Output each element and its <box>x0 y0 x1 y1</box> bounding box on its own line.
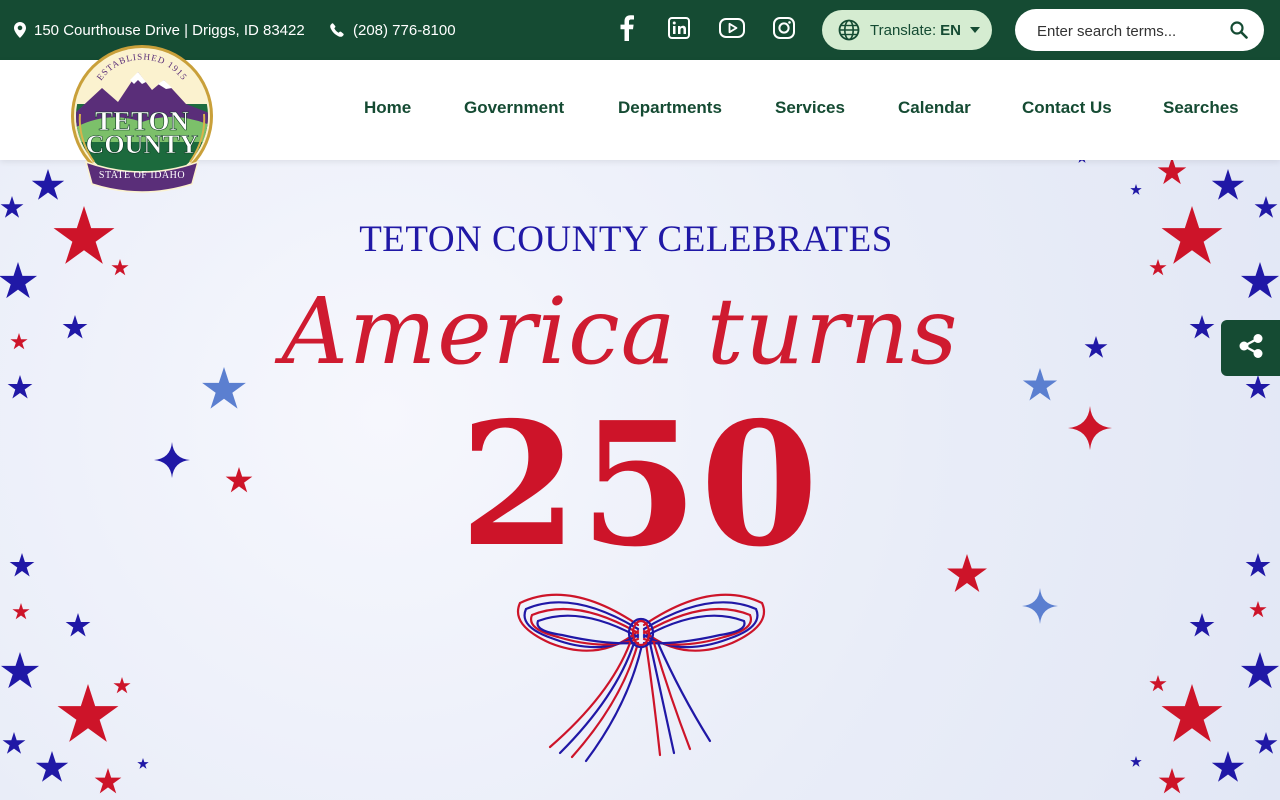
search-input[interactable] <box>1035 9 1229 53</box>
hero-banner: TETON COUNTY CELEBRATES America turns 25… <box>0 160 1280 800</box>
hero-subtitle: TETON COUNTY CELEBRATES <box>359 219 893 260</box>
map-pin-icon <box>14 22 34 38</box>
translate-language: EN <box>940 21 961 39</box>
ribbon-bow-icon <box>517 593 765 763</box>
linkedin-icon <box>668 16 690 44</box>
logo-line2: COUNTY <box>86 130 199 159</box>
linkedin-link[interactable] <box>663 14 695 46</box>
nav-government[interactable]: Government <box>464 98 564 118</box>
share-button[interactable] <box>1221 320 1280 376</box>
share-icon <box>1238 333 1264 364</box>
nav-contact-us[interactable]: Contact Us <box>1022 98 1112 118</box>
nav-departments[interactable]: Departments <box>618 98 722 118</box>
facebook-link[interactable] <box>611 14 643 46</box>
caret-down-icon <box>969 27 980 33</box>
teton-county-logo[interactable]: ESTABLISHED 1915 TETON COUNTY STATE OF I… <box>68 44 218 196</box>
facebook-icon <box>620 14 634 46</box>
nav-home[interactable]: Home <box>364 98 411 118</box>
instagram-icon <box>773 16 795 44</box>
search-icon[interactable] <box>1230 21 1248 44</box>
nav-calendar[interactable]: Calendar <box>898 98 971 118</box>
phone[interactable]: (208) 776-8100 <box>330 0 456 60</box>
logo-ribbon-text: STATE OF IDAHO <box>99 170 185 181</box>
youtube-icon <box>719 17 745 43</box>
phone-text: (208) 776-8100 <box>353 21 456 39</box>
translate-label: Translate: <box>870 21 937 39</box>
nav-searches[interactable]: Searches <box>1163 98 1239 118</box>
instagram-link[interactable] <box>768 14 800 46</box>
address-text: 150 Courthouse Drive | Driggs, ID 83422 <box>34 21 305 39</box>
phone-icon <box>330 23 353 37</box>
globe-icon <box>838 19 860 41</box>
youtube-link[interactable] <box>716 14 748 46</box>
search-box <box>1015 9 1264 53</box>
hero-number: 250 <box>459 385 821 585</box>
nav-services[interactable]: Services <box>775 98 845 118</box>
translate-dropdown[interactable]: Translate: EN <box>822 10 992 50</box>
hero-script-heading: America turns <box>281 278 959 385</box>
